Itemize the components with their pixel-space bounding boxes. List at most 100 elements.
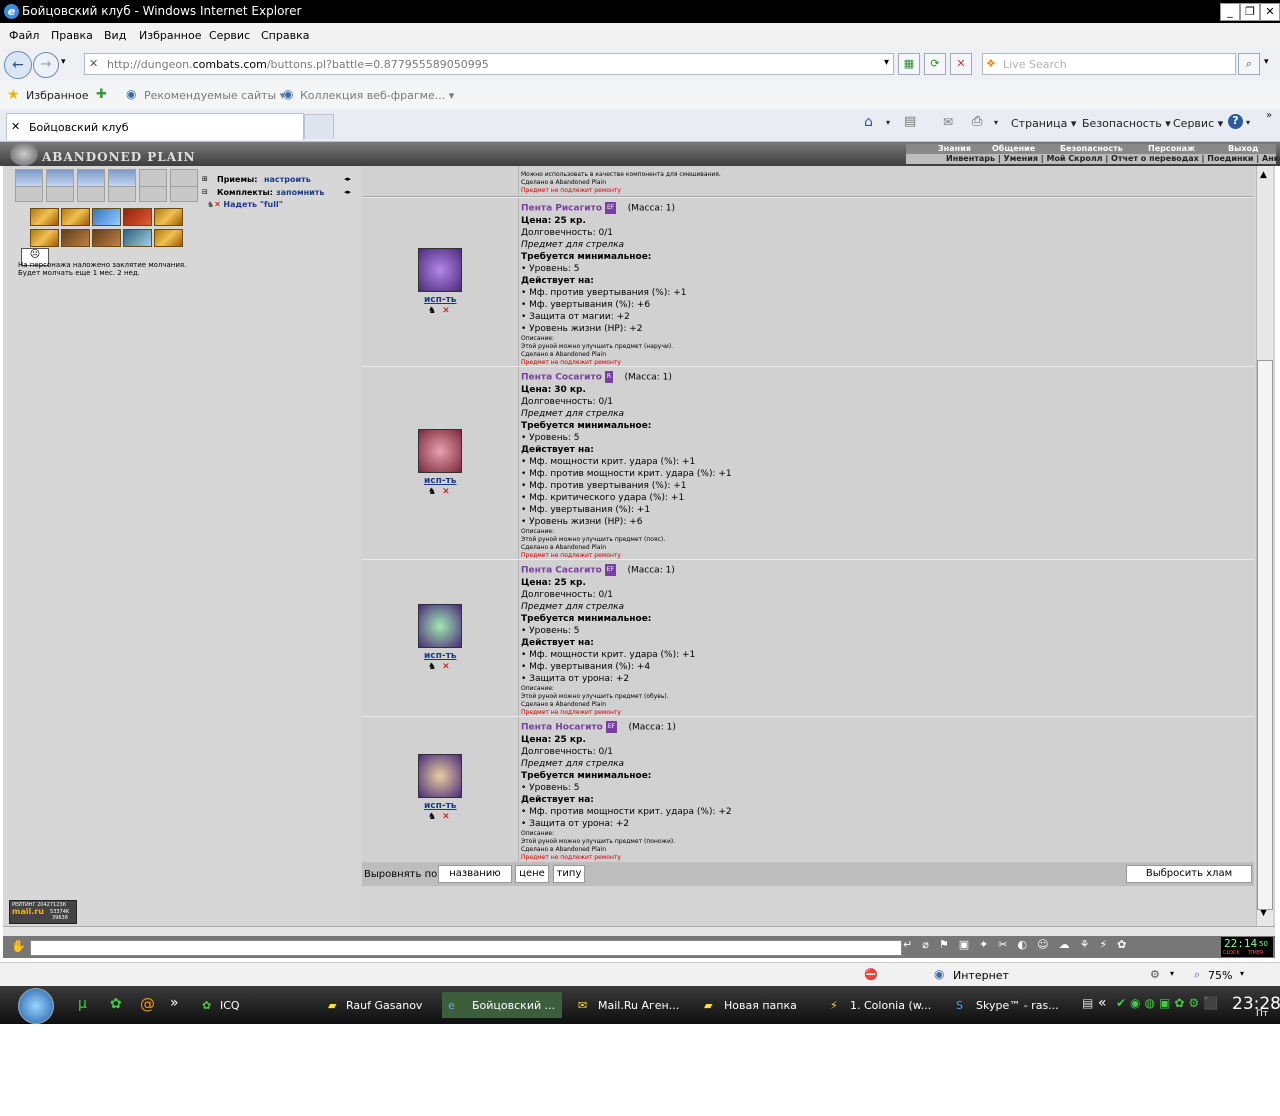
more-tools-chevron-icon[interactable]: »: [1266, 110, 1272, 121]
stop-button[interactable]: ✕: [950, 53, 972, 75]
delete-item-icon[interactable]: ✕: [442, 662, 450, 672]
spell-scroll-icon[interactable]: [30, 229, 59, 247]
chat-mode-icon[interactable]: ✋: [11, 939, 26, 953]
expand-icon[interactable]: ⊞: [202, 175, 208, 183]
scrollbar-thumb[interactable]: [1257, 360, 1273, 910]
sort-by-name-button[interactable]: названию: [438, 865, 512, 883]
rune-item-icon[interactable]: [418, 604, 462, 648]
transfer-icon[interactable]: ♞: [428, 306, 436, 316]
chat-input[interactable]: [30, 940, 902, 956]
menu-view[interactable]: Вид: [104, 29, 126, 42]
spell-scroll-icon[interactable]: [61, 208, 90, 226]
zoom-level[interactable]: 75%: [1208, 969, 1232, 982]
transfer-icon[interactable]: ♞: [428, 487, 436, 497]
zoom-dropdown-icon[interactable]: ▾: [1240, 969, 1244, 978]
rune-item-icon[interactable]: [418, 429, 462, 473]
scroll-up-icon[interactable]: ▲: [1260, 170, 1267, 180]
spell-scroll-icon[interactable]: [154, 229, 183, 247]
menu-tools[interactable]: Сервис: [209, 29, 250, 42]
add-favorite-icon[interactable]: ✚: [96, 87, 107, 102]
drop-junk-button[interactable]: Выбросить хлам: [1126, 865, 1252, 883]
equipment-slot[interactable]: [170, 186, 198, 202]
item-name[interactable]: Пента Сасагито: [521, 566, 602, 576]
transfer-icon[interactable]: ♞: [428, 812, 436, 822]
remember-set-link[interactable]: запомнить: [276, 188, 324, 197]
close-window-button[interactable]: ✕: [1260, 3, 1280, 21]
spell-scroll-icon[interactable]: [92, 208, 121, 226]
taskbar-item-mailru[interactable]: ✉ Mail.Ru Аген...: [570, 992, 690, 1018]
print-dropdown-icon[interactable]: ▾: [994, 118, 998, 127]
equipment-slot[interactable]: [108, 169, 136, 187]
delete-item-icon[interactable]: ✕: [442, 306, 450, 316]
nav-exit[interactable]: Выход: [1228, 144, 1258, 153]
print-icon[interactable]: ⎙: [972, 114, 982, 129]
horizontal-scrollbar[interactable]: [3, 926, 1275, 936]
equipment-slot[interactable]: [170, 169, 198, 187]
compatibility-view-button[interactable]: ▦: [898, 53, 920, 75]
mail-ru-rating-counter[interactable]: РЕЙТИНГ 20427123К mail.ru 53374K 39638: [9, 900, 77, 924]
protected-mode-icon[interactable]: ⚙: [1150, 968, 1160, 981]
language-icon[interactable]: ▤: [1082, 996, 1093, 1010]
suggested-sites-link[interactable]: Рекомендуемые сайты ▾: [144, 89, 285, 102]
icq-flower-icon[interactable]: ✿: [110, 996, 122, 1012]
help-icon[interactable]: ?: [1228, 114, 1243, 129]
favorites-button[interactable]: Избранное: [26, 89, 88, 102]
collapse-icon[interactable]: ⊟: [202, 188, 208, 196]
maximize-button[interactable]: ❐: [1240, 3, 1260, 21]
nav-social[interactable]: Общение: [992, 144, 1035, 153]
configure-techniques-link[interactable]: настроить: [264, 175, 311, 184]
spell-scroll-icon[interactable]: [154, 208, 183, 226]
address-dropdown-icon[interactable]: ▾: [884, 57, 889, 68]
sub-nav-links[interactable]: Инвентарь | Умения | Мой Скролл | Отчет …: [946, 154, 1280, 163]
equipment-slot[interactable]: [139, 169, 167, 187]
use-item-link[interactable]: исп-ть: [424, 476, 457, 486]
utorrent-icon[interactable]: µ: [78, 996, 87, 1012]
mail-icon[interactable]: ✉: [943, 115, 953, 129]
taskbar-item-icq[interactable]: ✿ ICQ: [196, 992, 316, 1018]
sort-by-price-button[interactable]: цене: [515, 865, 549, 883]
nav-character[interactable]: Персонаж: [1148, 144, 1195, 153]
page-menu[interactable]: Страница ▾: [1011, 117, 1076, 130]
search-box[interactable]: ❖ Live Search: [982, 53, 1236, 75]
taskbar-item-colonia[interactable]: ⚡ 1. Colonia (w...: [822, 992, 942, 1018]
spell-scroll-icon[interactable]: [123, 229, 152, 247]
spell-scroll-icon[interactable]: [61, 229, 90, 247]
tab-fight-club[interactable]: ✕ Бойцовский клуб: [6, 113, 304, 140]
search-button[interactable]: ⌕: [1238, 53, 1260, 75]
delete-item-icon[interactable]: ✕: [442, 487, 450, 497]
search-options-dropdown-icon[interactable]: ▾: [1264, 57, 1269, 67]
address-url[interactable]: http://dungeon.combats.com/buttons.pl?ba…: [107, 58, 489, 71]
menu-edit[interactable]: Правка: [51, 29, 93, 42]
zoom-icon[interactable]: ⌕: [1194, 968, 1200, 982]
spell-scroll-icon[interactable]: [123, 208, 152, 226]
item-name[interactable]: Пента Носагито: [521, 723, 603, 733]
show-hidden-icons-icon[interactable]: «: [1098, 995, 1107, 1011]
item-name[interactable]: Пента Сосагито: [521, 373, 602, 383]
equipment-slot[interactable]: [46, 186, 74, 202]
address-bar[interactable]: ✕ http://dungeon.combats.com/buttons.pl?…: [84, 53, 894, 75]
spell-scroll-icon[interactable]: [30, 208, 59, 226]
equipment-slot[interactable]: [15, 169, 43, 187]
popup-blocked-icon[interactable]: ⛔: [864, 968, 878, 981]
recent-pages-dropdown-icon[interactable]: ▾: [61, 57, 66, 67]
forward-button[interactable]: →: [33, 52, 59, 78]
scroll-arrows-icon[interactable]: ◂▸: [344, 175, 351, 183]
minimize-button[interactable]: _: [1220, 3, 1240, 21]
home-dropdown-icon[interactable]: ▾: [886, 118, 890, 127]
equipment-slot[interactable]: [46, 169, 74, 187]
protected-mode-dropdown-icon[interactable]: ▾: [1170, 969, 1174, 978]
taskbar-item-fightclub[interactable]: e Бойцовский ...: [442, 992, 562, 1018]
transfer-icon[interactable]: ♞: [428, 662, 436, 672]
safety-menu[interactable]: Безопасность ▾: [1082, 117, 1171, 130]
equipment-slot[interactable]: [77, 169, 105, 187]
tray-icons[interactable]: ✔◉◍▣✿⚙⬛: [1116, 996, 1222, 1010]
spell-scroll-icon[interactable]: [92, 229, 121, 247]
scroll-arrows-icon[interactable]: ◂▸: [344, 188, 351, 196]
delete-set-icon[interactable]: ✕: [214, 200, 221, 209]
chat-tool-icons[interactable]: ↵⌀⚑▣✦✂◐☺☁⚘⚡✿: [903, 938, 1163, 956]
taskbar-item-skype[interactable]: S Skype™ - ras...: [948, 992, 1068, 1018]
taskbar-item-rauf[interactable]: ▰ Rauf Gasanov: [322, 992, 438, 1018]
use-item-link[interactable]: исп-ть: [424, 295, 457, 305]
nav-security[interactable]: Безопасность: [1060, 144, 1123, 153]
menu-favorites[interactable]: Избранное: [139, 29, 201, 42]
